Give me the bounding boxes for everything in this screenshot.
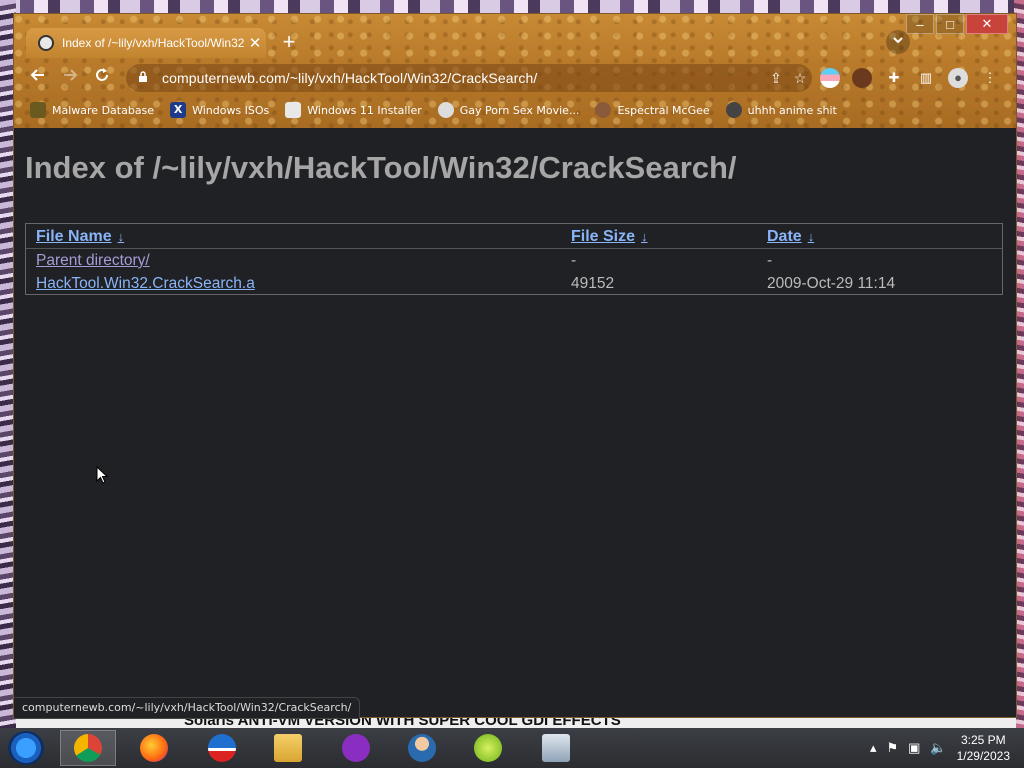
file-link[interactable]: HackTool.Win32.CrackSearch.a	[36, 275, 255, 293]
bookmark-star-icon[interactable]: ☆	[788, 70, 812, 87]
lock-icon	[138, 70, 152, 86]
taskbar-mask-app[interactable]	[328, 730, 384, 766]
taskbar: ▴ ⚑ ▣ 🔈 3:25 PM 1/29/2023	[0, 728, 1024, 768]
file-listing-table: File Name ↓ File Size ↓ Date ↓ Parent direc…	[25, 223, 1003, 295]
bookmark-espectral-mcgee[interactable]: Espectral McGee	[595, 102, 710, 118]
shield-icon	[437, 102, 454, 118]
browser-chrome: – □ ✕ Index of /~lily/vxh/HackTool/Win32…	[14, 14, 1016, 128]
parent-directory-link[interactable]: Parent directory/	[36, 252, 150, 270]
mask-icon	[342, 734, 370, 762]
address-bar[interactable]: computernewb.com/~lily/vxh/HackTool/Win3…	[126, 64, 812, 92]
sort-arrow-icon: ↓	[807, 229, 815, 244]
minimize-button[interactable]: –	[906, 14, 934, 34]
menu-kebab-icon[interactable]: ⋮	[980, 68, 1000, 88]
chrome-icon	[74, 734, 102, 762]
table-header: File Name ↓ File Size ↓ Date ↓	[26, 224, 1002, 249]
row-size: 49152	[571, 275, 615, 292]
face-icon	[595, 102, 612, 118]
tab-search-button[interactable]	[886, 30, 910, 54]
new-tab-button[interactable]: +	[278, 31, 300, 54]
malware-icon	[30, 102, 46, 118]
extensions-puzzle-icon[interactable]: ✚	[884, 68, 904, 88]
clock-date: 1/29/2023	[956, 749, 1010, 763]
taskbar-agent[interactable]	[394, 730, 450, 766]
x-icon: X	[170, 102, 187, 118]
taskbar-lime[interactable]	[460, 730, 516, 766]
column-file-name[interactable]: File Name ↓	[36, 228, 124, 246]
action-center-flag-icon[interactable]: ⚑	[886, 740, 898, 756]
row-date: 2009-Oct-29 11:14	[767, 275, 896, 292]
column-label: Date	[767, 228, 802, 245]
clock-time: 3:25 PM	[960, 733, 1006, 747]
tab-close-button[interactable]: ✕	[244, 34, 266, 52]
profile-avatar-icon[interactable]: ●	[948, 68, 968, 88]
bookmark-label: Windows ISOs	[192, 103, 270, 117]
desktop-wallpaper-top	[0, 0, 1024, 14]
taskbar-file-explorer[interactable]	[260, 730, 316, 766]
maximize-button[interactable]: □	[936, 14, 964, 34]
reload-icon	[96, 68, 108, 81]
taskbar-chrome[interactable]	[60, 730, 116, 766]
bookmark-label: Windows 11 Installer	[307, 103, 422, 117]
browser-window: – □ ✕ Index of /~lily/vxh/HackTool/Win32…	[14, 14, 1016, 717]
back-arrow-icon	[30, 69, 44, 81]
window-controls: – □ ✕	[904, 14, 1008, 34]
bookmarks-bar: Malware Database X Windows ISOs Windows …	[14, 99, 1016, 121]
bookmark-label: Espectral McGee	[617, 103, 710, 117]
anime-icon	[725, 102, 742, 118]
taskbar-monitor[interactable]	[528, 730, 584, 766]
url-text[interactable]: computernewb.com/~lily/vxh/HackTool/Win3…	[162, 70, 764, 86]
mouse-cursor-icon	[96, 466, 108, 484]
lime-icon	[474, 734, 502, 762]
installer-icon	[285, 102, 302, 118]
monitor-icon	[542, 734, 570, 762]
column-label: File Name	[36, 228, 112, 245]
row-date: -	[767, 252, 773, 269]
page-title: Index of /~lily/vxh/HackTool/Win32/Crack…	[25, 150, 737, 185]
bookmark-anime[interactable]: uhhh anime shit	[725, 102, 837, 118]
share-icon[interactable]: ⇪	[764, 70, 788, 87]
system-tray: ▴ ⚑ ▣ 🔈 3:25 PM 1/29/2023	[870, 728, 1024, 768]
bookmark-label: uhhh anime shit	[747, 103, 837, 117]
navigation-bar: computernewb.com/~lily/vxh/HackTool/Win3…	[14, 60, 1016, 96]
tab-favicon-icon	[38, 35, 54, 51]
close-window-button[interactable]: ✕	[966, 14, 1008, 34]
forward-button[interactable]	[58, 66, 82, 90]
bookmark-windows-isos[interactable]: X Windows ISOs	[170, 102, 269, 118]
row-size: -	[571, 252, 577, 269]
tab-title: Index of /~lily/vxh/HackTool/Win32/Crack…	[62, 36, 244, 50]
column-label: File Size	[571, 228, 636, 245]
agent-icon	[408, 734, 436, 762]
obama-logo-icon	[208, 734, 236, 762]
firefox-icon	[140, 734, 168, 762]
reload-button[interactable]	[90, 66, 114, 90]
back-button[interactable]	[26, 66, 50, 90]
column-file-size[interactable]: File Size ↓	[571, 228, 648, 246]
extension-flag-icon[interactable]	[820, 68, 840, 88]
side-panel-icon[interactable]: ▥	[916, 68, 936, 88]
show-hidden-icons-icon[interactable]: ▴	[870, 740, 877, 756]
chevron-down-icon	[893, 37, 903, 44]
sort-arrow-icon: ↓	[641, 229, 648, 244]
page-content: Index of /~lily/vxh/HackTool/Win32/Crack…	[14, 128, 1014, 717]
start-button[interactable]	[8, 731, 44, 765]
taskbar-obama[interactable]	[194, 730, 250, 766]
forward-arrow-icon	[64, 69, 78, 81]
tab-active[interactable]: Index of /~lily/vxh/HackTool/Win32/Crack…	[26, 28, 266, 58]
bookmark-label: Malware Database	[52, 103, 155, 117]
folder-icon	[274, 734, 302, 762]
bookmark-malware-database[interactable]: Malware Database	[30, 102, 154, 118]
taskbar-firefox[interactable]	[126, 730, 182, 766]
column-date[interactable]: Date ↓	[767, 228, 814, 246]
clock[interactable]: 3:25 PM 1/29/2023	[957, 732, 1010, 764]
sort-arrow-icon: ↓	[117, 229, 125, 244]
extension-face-icon[interactable]	[852, 68, 872, 88]
bookmark-windows-11-installer[interactable]: Windows 11 Installer	[285, 102, 422, 118]
bookmark-gay-porn[interactable]: Gay Porn Sex Movie...	[437, 102, 580, 118]
bookmark-label: Gay Porn Sex Movie...	[459, 103, 580, 117]
status-bar: computernewb.com/~lily/vxh/HackTool/Win3…	[14, 697, 361, 719]
network-icon[interactable]: ▣	[908, 740, 920, 756]
volume-icon[interactable]: 🔈	[930, 740, 946, 756]
